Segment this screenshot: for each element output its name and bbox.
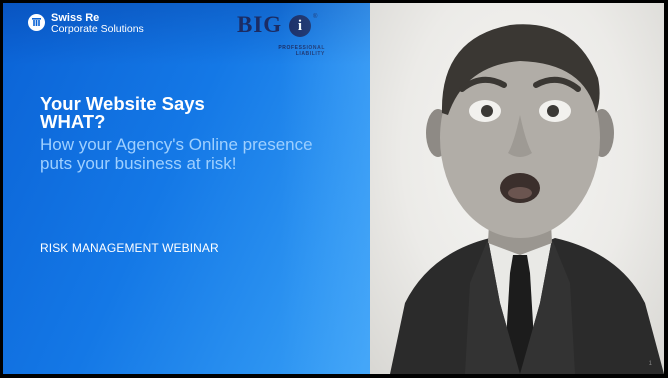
photo-illustration [390,24,664,374]
swiss-re-emblem-icon [28,14,45,31]
surprised-man-photo: 1 [370,3,664,374]
big-i-tagline-line2: LIABILITY [295,51,325,57]
big-i-logo: BIG i ® PROFESSIONAL LIABILITY [237,12,325,62]
slide-title-line2: WHAT? [40,111,106,132]
big-i-letters: BIG [237,12,283,37]
swiss-re-logo: Swiss Re Corporate Solutions [28,13,144,35]
webinar-label: RISK MANAGEMENT WEBINAR [40,241,219,255]
big-i-tagline: PROFESSIONAL LIABILITY [267,45,325,57]
slide-subtitle: How your Agency's Online presence puts y… [40,135,313,173]
page-number: 1 [648,361,652,367]
slide-frame: Swiss Re Corporate Solutions BIG i ® PRO… [3,3,664,374]
big-i-registered: ® [313,14,318,20]
swiss-re-subtitle: Corporate Solutions [51,23,144,35]
big-i-mark-icon: i [289,15,311,37]
slide-title: Your Website Says WHAT? [40,94,330,132]
slide-left-panel: Swiss Re Corporate Solutions BIG i ® PRO… [3,3,370,374]
